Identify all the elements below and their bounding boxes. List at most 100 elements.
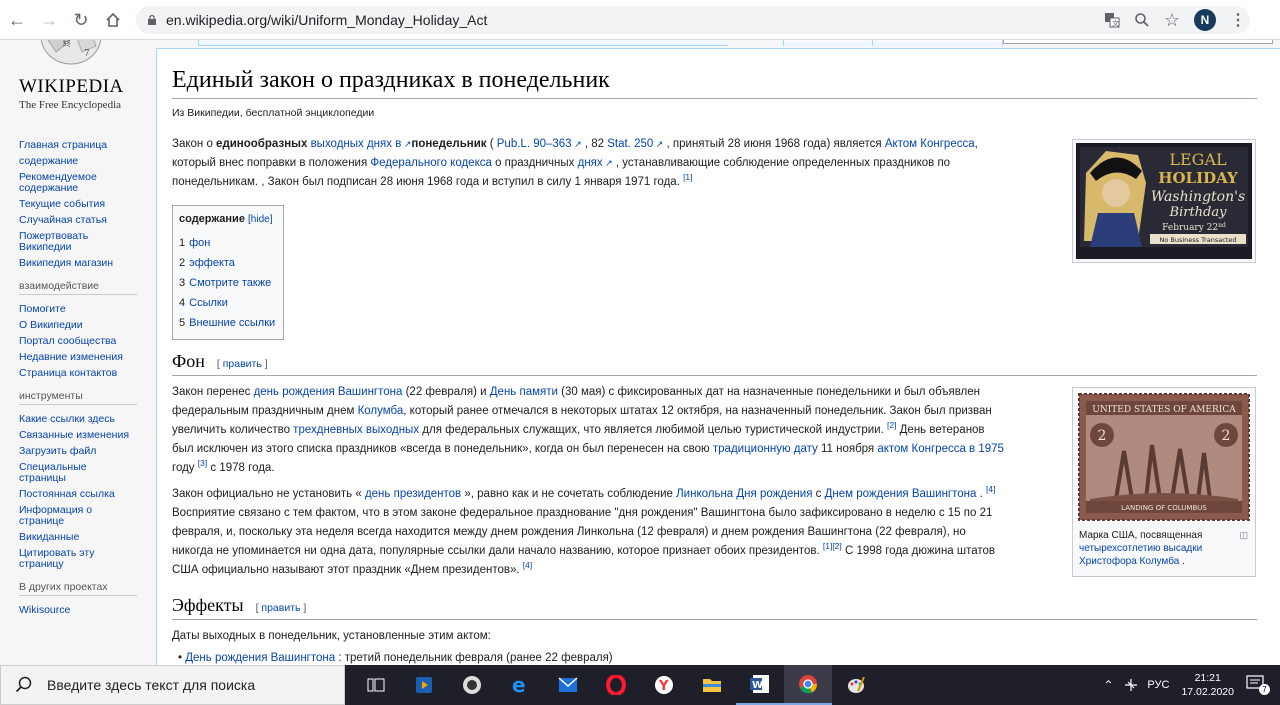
link-act-of-congress[interactable]: Актом Конгресса xyxy=(885,138,975,150)
sidebar-item-special-pages[interactable]: Специальные страницы xyxy=(19,462,114,484)
sidebar-item-about[interactable]: О Википедии xyxy=(19,320,144,331)
sidebar-item-wikisource[interactable]: Wikisource xyxy=(19,605,144,616)
notifications-icon[interactable]: 7 xyxy=(1246,675,1270,695)
link-three-day-weekend[interactable]: трехдневных выходных xyxy=(293,424,419,436)
toc-hide-toggle[interactable]: [hide] xyxy=(248,214,272,225)
taskbar-search[interactable]: Введите здесь текст для поиска xyxy=(0,665,345,705)
sidebar-item-upload[interactable]: Загрузить файл xyxy=(19,446,144,457)
word-icon[interactable]: W xyxy=(736,665,784,705)
link-weekend-days[interactable]: выходных днях в xyxy=(311,138,402,150)
sidebar-item-related-changes[interactable]: Связанные изменения xyxy=(19,430,144,441)
link-pub-l[interactable]: Pub.L. 90–363 xyxy=(497,138,572,150)
wiki-search-input[interactable] xyxy=(1003,40,1273,44)
sidebar-item-permanent-link[interactable]: Постоянная ссылка xyxy=(19,489,144,500)
file-explorer-icon[interactable] xyxy=(688,665,736,705)
toc-item[interactable]: 3 Смотрите также xyxy=(179,273,276,293)
edit-label[interactable]: править xyxy=(223,358,262,370)
reference-4[interactable]: [4] xyxy=(986,484,995,494)
reference-4[interactable]: [4] xyxy=(523,560,532,570)
bookmark-star-icon[interactable]: ☆ xyxy=(1164,10,1180,31)
toc-item[interactable]: 5 Внешние ссылки xyxy=(179,313,276,333)
sidebar-item-wikidata[interactable]: Викиданные xyxy=(19,532,144,543)
edge-icon[interactable]: e xyxy=(496,665,544,705)
back-icon[interactable]: ← xyxy=(4,7,30,33)
reload-icon[interactable]: ↻ xyxy=(68,7,94,33)
home-icon[interactable] xyxy=(100,7,126,33)
opera-icon[interactable] xyxy=(592,665,640,705)
taskbar-search-placeholder[interactable]: Введите здесь текст для поиска xyxy=(47,677,255,693)
link-memorial-day[interactable]: День памяти xyxy=(490,386,558,398)
reference-1[interactable]: [1] xyxy=(823,541,832,551)
sidebar-item-community[interactable]: Портал сообщества xyxy=(19,336,144,347)
stamp-image[interactable]: UNITED STATES OF AMERICA 2 2 LANDING OF … xyxy=(1076,391,1252,523)
tab-history[interactable] xyxy=(873,40,1003,46)
keyboard-language[interactable]: РУС xyxy=(1147,679,1169,691)
edit-section-link[interactable]: [ править ] xyxy=(217,358,268,370)
toc-item[interactable]: 2 эффекта xyxy=(179,253,276,273)
wikipedia-logo[interactable]: 終 7 WIKIPEDIA The Free Encyclopedia xyxy=(14,40,134,120)
tray-chevron-up-icon[interactable]: ⌃ xyxy=(1103,678,1113,692)
translate-icon[interactable]: 文 xyxy=(1104,12,1120,28)
link-columbus[interactable]: Колумба xyxy=(358,405,404,417)
enlarge-icon[interactable]: ◫ xyxy=(1239,529,1248,542)
link-lincoln-birthday[interactable]: Линкольна Дня рождения xyxy=(676,488,812,500)
zoom-icon[interactable] xyxy=(1134,12,1150,28)
sidebar-item-featured[interactable]: Рекомендуемое содержание xyxy=(19,172,119,194)
link-presidents-day[interactable]: день президентов xyxy=(365,488,461,500)
toc-link[interactable]: Смотрите также xyxy=(189,277,271,289)
sidebar-item-page-info[interactable]: Информация о странице xyxy=(19,505,119,527)
chrome-icon[interactable] xyxy=(784,665,832,705)
menu-kebab-icon[interactable]: ⋮ xyxy=(1230,10,1246,30)
toc-link[interactable]: Внешние ссылки xyxy=(189,317,275,329)
toc-link[interactable]: Ссылки xyxy=(189,297,228,309)
link-washington-birthday-3[interactable]: День рождения Вашингтона xyxy=(185,652,335,664)
sidebar-item-main-page[interactable]: Главная страница xyxy=(19,140,144,151)
columbus-stamp-thumbnail[interactable]: UNITED STATES OF AMERICA 2 2 LANDING OF … xyxy=(1072,387,1256,577)
sidebar-item-current-events[interactable]: Текущие события xyxy=(19,199,144,210)
link-days[interactable]: днях xyxy=(578,157,603,169)
link-stat[interactable]: Stat. 250 xyxy=(607,138,653,150)
address-bar[interactable]: en.wikipedia.org/wiki/Uniform_Monday_Hol… xyxy=(136,6,1250,34)
link-washington-birthday[interactable]: день рождения Вашингтона xyxy=(254,386,403,398)
url-text[interactable]: en.wikipedia.org/wiki/Uniform_Monday_Hol… xyxy=(166,12,487,28)
sidebar-item-store[interactable]: Википедия магазин xyxy=(19,258,144,269)
sidebar-item-contact[interactable]: Страница контактов xyxy=(19,368,144,379)
mail-icon[interactable] xyxy=(544,665,592,705)
profile-avatar[interactable]: N xyxy=(1194,9,1216,31)
link-washington-birthday-2[interactable]: Днем рождения Вашингтона xyxy=(825,488,977,500)
clock[interactable]: 21:21 17.02.2020 xyxy=(1181,671,1234,699)
legal-holiday-poster[interactable]: LEGAL HOLIDAY Washington's Birthday Febr… xyxy=(1072,139,1256,263)
sidebar-item-random[interactable]: Случайная статья xyxy=(19,215,144,226)
toc-item[interactable]: 1 фон xyxy=(179,233,276,253)
tab-read[interactable] xyxy=(783,40,873,46)
reference-2[interactable]: [2] xyxy=(832,541,841,551)
task-view-icon[interactable] xyxy=(352,665,400,705)
sidebar-item-what-links-here[interactable]: Какие ссылки здесь xyxy=(19,414,144,425)
reference-3[interactable]: [3] xyxy=(198,458,207,468)
edit-label[interactable]: править xyxy=(261,602,300,614)
lock-icon[interactable] xyxy=(146,14,158,26)
paint-icon[interactable] xyxy=(832,665,880,705)
sidebar-item-recent-changes[interactable]: Недавние изменения xyxy=(19,352,144,363)
toc-link[interactable]: фон xyxy=(189,237,210,249)
sidebar-item-contents[interactable]: содержание xyxy=(19,156,144,167)
sidebar-item-donate[interactable]: Пожертвовать Википедии xyxy=(19,231,119,253)
puzzle-globe-icon[interactable]: 終 7 xyxy=(36,40,106,66)
obs-icon[interactable] xyxy=(448,665,496,705)
sidebar-item-help[interactable]: Помогите xyxy=(19,304,144,315)
media-player-icon[interactable] xyxy=(400,665,448,705)
sidebar-item-cite[interactable]: Цитировать эту страницу xyxy=(19,548,109,570)
link-federal-code[interactable]: Федерального кодекса xyxy=(370,157,491,169)
link-act-1975[interactable]: актом Конгресса в 1975 xyxy=(877,443,1004,455)
toc-item[interactable]: 4 Ссылки xyxy=(179,293,276,313)
toc-link[interactable]: эффекта xyxy=(189,257,235,269)
tab-article[interactable] xyxy=(198,40,728,46)
link-traditional-date[interactable]: традиционную дату xyxy=(713,443,818,455)
forward-icon[interactable]: → xyxy=(36,7,62,33)
yandex-browser-icon[interactable]: Y xyxy=(640,665,688,705)
network-icon[interactable] xyxy=(1123,677,1139,693)
reference-1[interactable]: [1] xyxy=(683,172,692,182)
text: февраля, и, поскольку эта неделя всегда … xyxy=(172,526,966,538)
edit-section-link[interactable]: [ править ] xyxy=(256,602,307,614)
poster-image[interactable]: LEGAL HOLIDAY Washington's Birthday Febr… xyxy=(1076,143,1252,259)
